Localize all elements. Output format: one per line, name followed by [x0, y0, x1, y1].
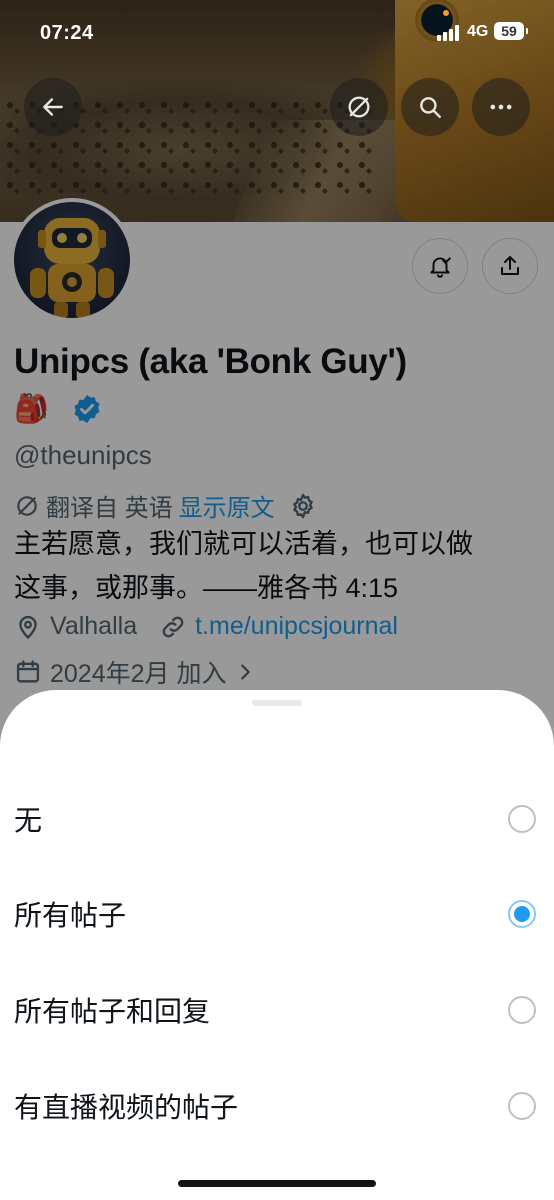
privacy-indicator-dot — [443, 10, 449, 16]
option-all-posts-and-replies[interactable]: 所有帖子和回复 — [0, 970, 554, 1050]
home-indicator[interactable] — [178, 1180, 376, 1187]
radio-button-selected[interactable] — [508, 900, 536, 928]
option-none[interactable]: 无 — [0, 779, 554, 859]
search-icon — [420, 97, 441, 118]
radio-button[interactable] — [508, 805, 536, 833]
battery-level: 59 — [494, 22, 528, 40]
status-bar: 07:24 4G 59 — [0, 0, 554, 64]
more-button[interactable] — [472, 78, 530, 136]
arrow-left-icon — [43, 98, 63, 116]
option-label: 无 — [14, 805, 43, 836]
option-label: 所有帖子和回复 — [14, 996, 211, 1027]
cellular-signal-icon — [437, 25, 463, 41]
option-all-posts[interactable]: 所有帖子 — [0, 874, 554, 954]
option-label: 所有帖子 — [14, 900, 127, 931]
radio-button[interactable] — [508, 1092, 536, 1120]
status-time: 07:24 — [40, 22, 94, 44]
option-label: 有直播视频的帖子 — [14, 1092, 239, 1123]
network-type: 4G — [467, 23, 489, 40]
search-button[interactable] — [401, 78, 459, 136]
option-live-video-posts[interactable]: 有直播视频的帖子 — [0, 1066, 554, 1146]
notification-options-sheet: 无 所有帖子 所有帖子和回复 有直播视频的帖子 — [0, 690, 554, 1200]
back-button[interactable] — [24, 78, 82, 136]
translate-toggle-button[interactable] — [330, 78, 388, 136]
sheet-grabber[interactable] — [252, 700, 302, 706]
translate-off-icon — [348, 96, 370, 118]
radio-button[interactable] — [508, 996, 536, 1024]
more-horizontal-icon — [490, 104, 512, 110]
